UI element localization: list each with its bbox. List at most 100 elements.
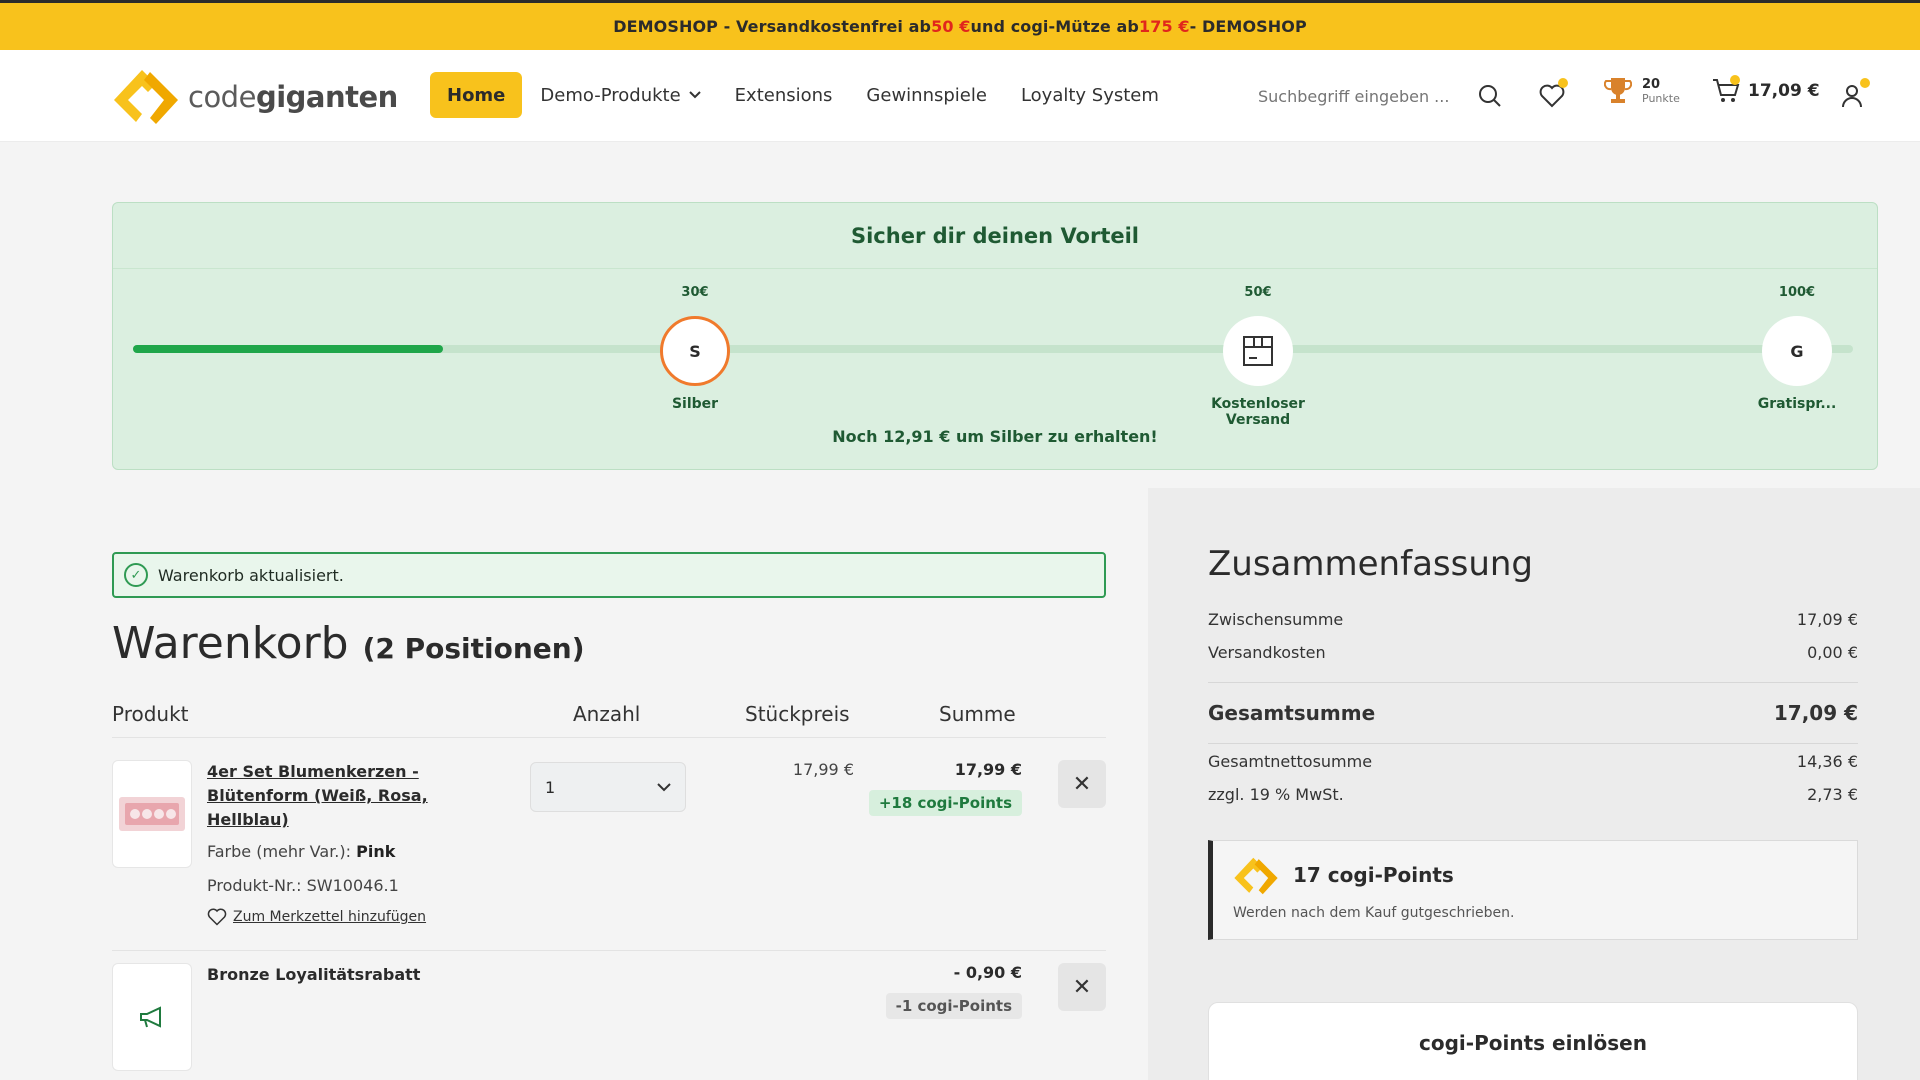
- promo-banner: DEMOSHOP - Versandkostenfrei ab 50 € und…: [0, 0, 1920, 50]
- cart-dot: [1730, 75, 1740, 85]
- col-sum: Summe: [939, 702, 1016, 726]
- close-icon: ✕: [1072, 771, 1092, 797]
- col-product: Produkt: [112, 702, 189, 726]
- search-bar: [1258, 78, 1501, 114]
- wishlist-label: Zum Merkzettel hinzufügen: [233, 909, 427, 925]
- cogi-logo-icon: [1234, 857, 1278, 895]
- points-label: Punkte: [1642, 91, 1680, 105]
- remove-item-button[interactable]: ✕: [1058, 963, 1106, 1011]
- search-icon[interactable]: [1478, 84, 1502, 108]
- megaphone-icon: [140, 1006, 161, 1028]
- progress-fill: [133, 345, 443, 353]
- cart-row: 4er Set Blumenkerzen - Blütenform (Weiß,…: [112, 760, 1106, 930]
- cogi-points-subtitle: Werden nach dem Kauf gutgeschrieben.: [1233, 905, 1515, 921]
- points-widget[interactable]: 20 Punkte: [1604, 76, 1680, 106]
- promotion-thumbnail: [112, 963, 192, 1071]
- main-nav: Home Demo-Produkte Extensions Gewinnspie…: [430, 72, 1193, 118]
- cart-total: 17,09 €: [1748, 81, 1820, 101]
- stop-free-shipping: 50€ Kostenloser Versand: [1178, 285, 1338, 428]
- total-label: Gesamtsumme: [1208, 701, 1376, 725]
- product-sku: Produkt-Nr.: SW10046.1: [207, 876, 399, 895]
- banner-text-3: - DEMOSHOP: [1189, 17, 1307, 36]
- logo-text-bold: giganten: [255, 80, 398, 114]
- alert-text: Warenkorb aktualisiert.: [158, 565, 344, 585]
- points-badge: -1 cogi-Points: [885, 993, 1022, 1019]
- summary-row-shipping: Versandkosten 0,00 €: [1208, 643, 1858, 662]
- cart-button[interactable]: 17,09 €: [1712, 75, 1820, 104]
- cart-row: Bronze Loyalitätsrabatt - 0,90 € -1 cogi…: [112, 963, 1106, 1080]
- nav-extensions[interactable]: Extensions: [735, 72, 833, 118]
- summary-row-subtotal: Zwischensumme 17,09 €: [1208, 610, 1858, 629]
- quantity-value: 1: [545, 777, 556, 797]
- product-name-link[interactable]: 4er Set Blumenkerzen - Blütenform (Weiß,…: [207, 760, 437, 832]
- success-alert: ✓ Warenkorb aktualisiert.: [112, 552, 1106, 598]
- search-input[interactable]: [1258, 86, 1458, 106]
- summary-divider: [1208, 682, 1858, 683]
- heart-icon: [207, 908, 227, 926]
- col-unit-price: Stückpreis: [745, 702, 850, 726]
- cogi-points-title: 17 cogi-Points: [1293, 863, 1454, 887]
- wishlist-button[interactable]: [1532, 76, 1572, 116]
- promo-note: Noch 12,91 € um Silber zu erhalten!: [832, 427, 1158, 446]
- gold-badge-icon: G: [1762, 316, 1832, 386]
- order-summary: Zusammenfassung Zwischensumme 17,09 € Ve…: [1148, 488, 1920, 1080]
- unit-price: 17,99 €: [792, 760, 854, 779]
- chevron-down-icon: [688, 88, 701, 102]
- account-button[interactable]: [1832, 76, 1872, 116]
- summary-title: Zusammenfassung: [1208, 544, 1534, 584]
- cart-table-header: Produkt Anzahl Stückpreis Summe: [112, 698, 1106, 738]
- summary-label: Versandkosten: [1208, 643, 1326, 662]
- add-to-wishlist-link[interactable]: Zum Merkzettel hinzufügen: [207, 908, 426, 926]
- summary-divider: [1208, 743, 1858, 744]
- page-title: Warenkorb (2 Positionen): [112, 618, 585, 669]
- summary-value: 14,36 €: [1796, 752, 1858, 771]
- quantity-select[interactable]: 1: [530, 762, 686, 812]
- redeem-title: cogi-Points einlösen: [1419, 1031, 1647, 1055]
- variant-value: Pink: [356, 842, 396, 861]
- banner-text-2: und cogi-Mütze ab: [970, 17, 1139, 36]
- summary-value: 2,73 €: [1807, 785, 1858, 804]
- logo[interactable]: codegiganten: [112, 66, 398, 128]
- stop-amount: 50€: [1244, 285, 1272, 300]
- summary-row-net: Gesamtnettosumme 14,36 €: [1208, 752, 1858, 771]
- silver-badge-icon: S: [660, 316, 730, 386]
- redeem-points-card[interactable]: cogi-Points einlösen: [1208, 1002, 1858, 1080]
- cart-icon: [1712, 75, 1740, 104]
- stop-label: Kostenloser Versand: [1211, 396, 1305, 428]
- nav-demo-products[interactable]: Demo-Produkte: [540, 72, 701, 118]
- progress-track: [133, 345, 1853, 353]
- col-qty: Anzahl: [573, 702, 641, 726]
- box-icon: [1223, 316, 1293, 386]
- summary-row-vat: zzgl. 19 % MwSt. 2,73 €: [1208, 785, 1858, 804]
- close-icon: ✕: [1072, 974, 1092, 1000]
- points-badge: +18 cogi-Points: [868, 790, 1022, 816]
- nav-home[interactable]: Home: [430, 72, 523, 118]
- nav-demo-products-label: Demo-Produkte: [540, 84, 681, 106]
- cogi-points-info: 17 cogi-Points Werden nach dem Kauf gutg…: [1208, 840, 1858, 940]
- summary-label: Zwischensumme: [1208, 610, 1344, 629]
- user-icon: [1842, 85, 1862, 108]
- remove-item-button[interactable]: ✕: [1058, 760, 1106, 808]
- notification-dot: [1558, 78, 1568, 88]
- stop-amount: 30€: [681, 285, 709, 300]
- discount-name: Bronze Loyalitätsrabatt: [207, 965, 421, 984]
- trophy-icon: [1604, 78, 1632, 103]
- nav-loyalty-system[interactable]: Loyalty System: [1021, 72, 1159, 118]
- points-value: 20: [1642, 76, 1661, 92]
- stop-label: Gratispr...: [1757, 396, 1837, 412]
- cart-item-count: (2 Positionen): [362, 632, 585, 665]
- loyalty-progress-card: Sicher dir deinen Vorteil 30€ S Silber 5…: [112, 202, 1878, 470]
- line-total: - 0,90 €: [953, 963, 1022, 982]
- summary-row-total: Gesamtsumme 17,09 €: [1208, 701, 1858, 725]
- summary-value: 0,00 €: [1807, 643, 1858, 662]
- stop-amount: 100€: [1778, 285, 1816, 300]
- promo-title: Sicher dir deinen Vorteil: [113, 203, 1877, 269]
- product-thumbnail[interactable]: [112, 760, 192, 868]
- banner-text-1: DEMOSHOP - Versandkostenfrei ab: [613, 17, 932, 36]
- variant-label: Farbe (mehr Var.):: [207, 842, 357, 861]
- nav-gewinnspiele[interactable]: Gewinnspiele: [866, 72, 987, 118]
- summary-label: Gesamtnettosumme: [1208, 752, 1373, 771]
- summary-label: zzgl. 19 % MwSt.: [1208, 785, 1344, 804]
- stop-gratis: 100€ G Gratispr...: [1717, 285, 1877, 412]
- logo-text-light: code: [188, 80, 256, 114]
